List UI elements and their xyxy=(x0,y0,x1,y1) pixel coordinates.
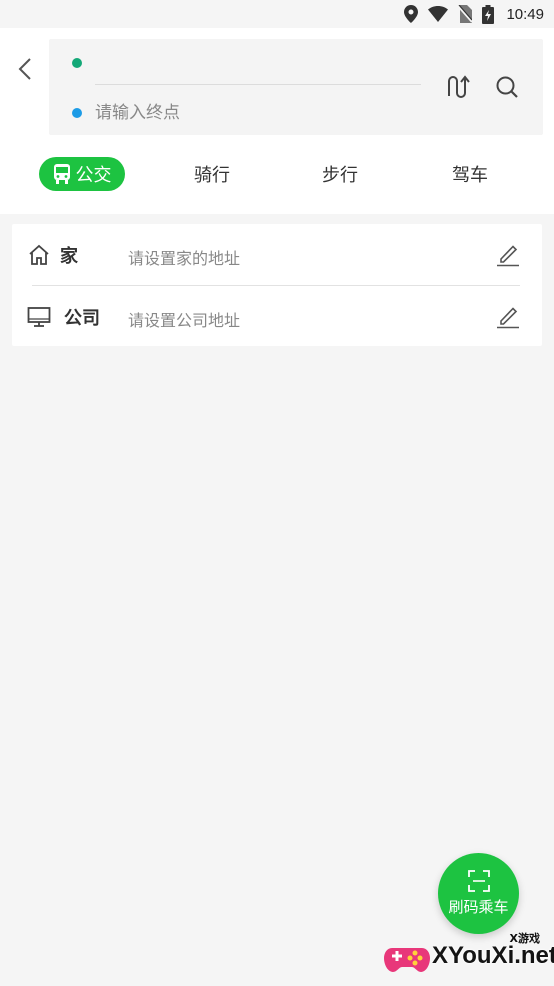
gamepad-logo-icon xyxy=(384,948,430,972)
watermark-text: XYouXi.net xyxy=(432,942,554,969)
search-icon xyxy=(496,76,518,98)
status-time: 10:49 xyxy=(506,5,544,23)
watermark: X游戏 XYouXi.net xyxy=(384,928,554,984)
bus-icon xyxy=(53,164,70,184)
route-input-box xyxy=(49,39,543,135)
transport-tabs: 公交 骑行 步行 驾车 xyxy=(0,152,554,196)
destination-input[interactable] xyxy=(95,97,421,129)
place-title-home: 家 xyxy=(60,246,78,267)
no-sim-icon xyxy=(458,5,473,23)
scan-ride-button[interactable]: 刷码乘车 xyxy=(438,853,519,934)
home-icon xyxy=(29,244,49,265)
start-dot xyxy=(72,58,82,68)
status-icons: 10:49 xyxy=(404,4,544,24)
battery-icon xyxy=(482,4,495,24)
tab-cycling[interactable]: 骑行 xyxy=(172,157,252,191)
scan-icon xyxy=(467,870,490,892)
status-bar: 10:49 xyxy=(0,0,554,28)
pencil-icon xyxy=(497,307,519,329)
swap-route-button[interactable] xyxy=(443,72,473,102)
scan-ride-label: 刷码乘车 xyxy=(448,898,509,916)
end-dot xyxy=(72,108,82,118)
tab-driving-label: 驾车 xyxy=(452,165,488,186)
wifi-icon xyxy=(428,6,449,22)
place-title-company: 公司 xyxy=(64,308,100,329)
edit-company-button[interactable] xyxy=(494,302,522,330)
pencil-icon xyxy=(497,245,519,267)
location-icon xyxy=(404,5,419,23)
start-input[interactable] xyxy=(95,49,421,85)
place-hint-company: 请设置公司地址 xyxy=(128,311,241,330)
tab-bus[interactable]: 公交 xyxy=(39,157,125,191)
tab-cycling-label: 骑行 xyxy=(194,165,230,186)
place-hint-home: 请设置家的地址 xyxy=(128,249,241,268)
tab-driving[interactable]: 驾车 xyxy=(430,157,510,191)
tab-walking-label: 步行 xyxy=(322,165,358,186)
place-row-home[interactable]: 家 请设置家的地址 xyxy=(12,224,542,285)
computer-icon xyxy=(27,307,51,327)
search-button[interactable] xyxy=(492,72,522,102)
edit-home-button[interactable] xyxy=(494,240,522,268)
tab-walking[interactable]: 步行 xyxy=(300,157,380,191)
saved-places-card: 家 请设置家的地址 公司 请设置公司地址 xyxy=(12,224,542,346)
tab-bus-label: 公交 xyxy=(75,165,112,186)
back-button[interactable] xyxy=(10,54,40,84)
chevron-left-icon xyxy=(18,58,31,80)
place-row-company[interactable]: 公司 请设置公司地址 xyxy=(12,286,542,347)
swap-icon xyxy=(448,75,470,98)
